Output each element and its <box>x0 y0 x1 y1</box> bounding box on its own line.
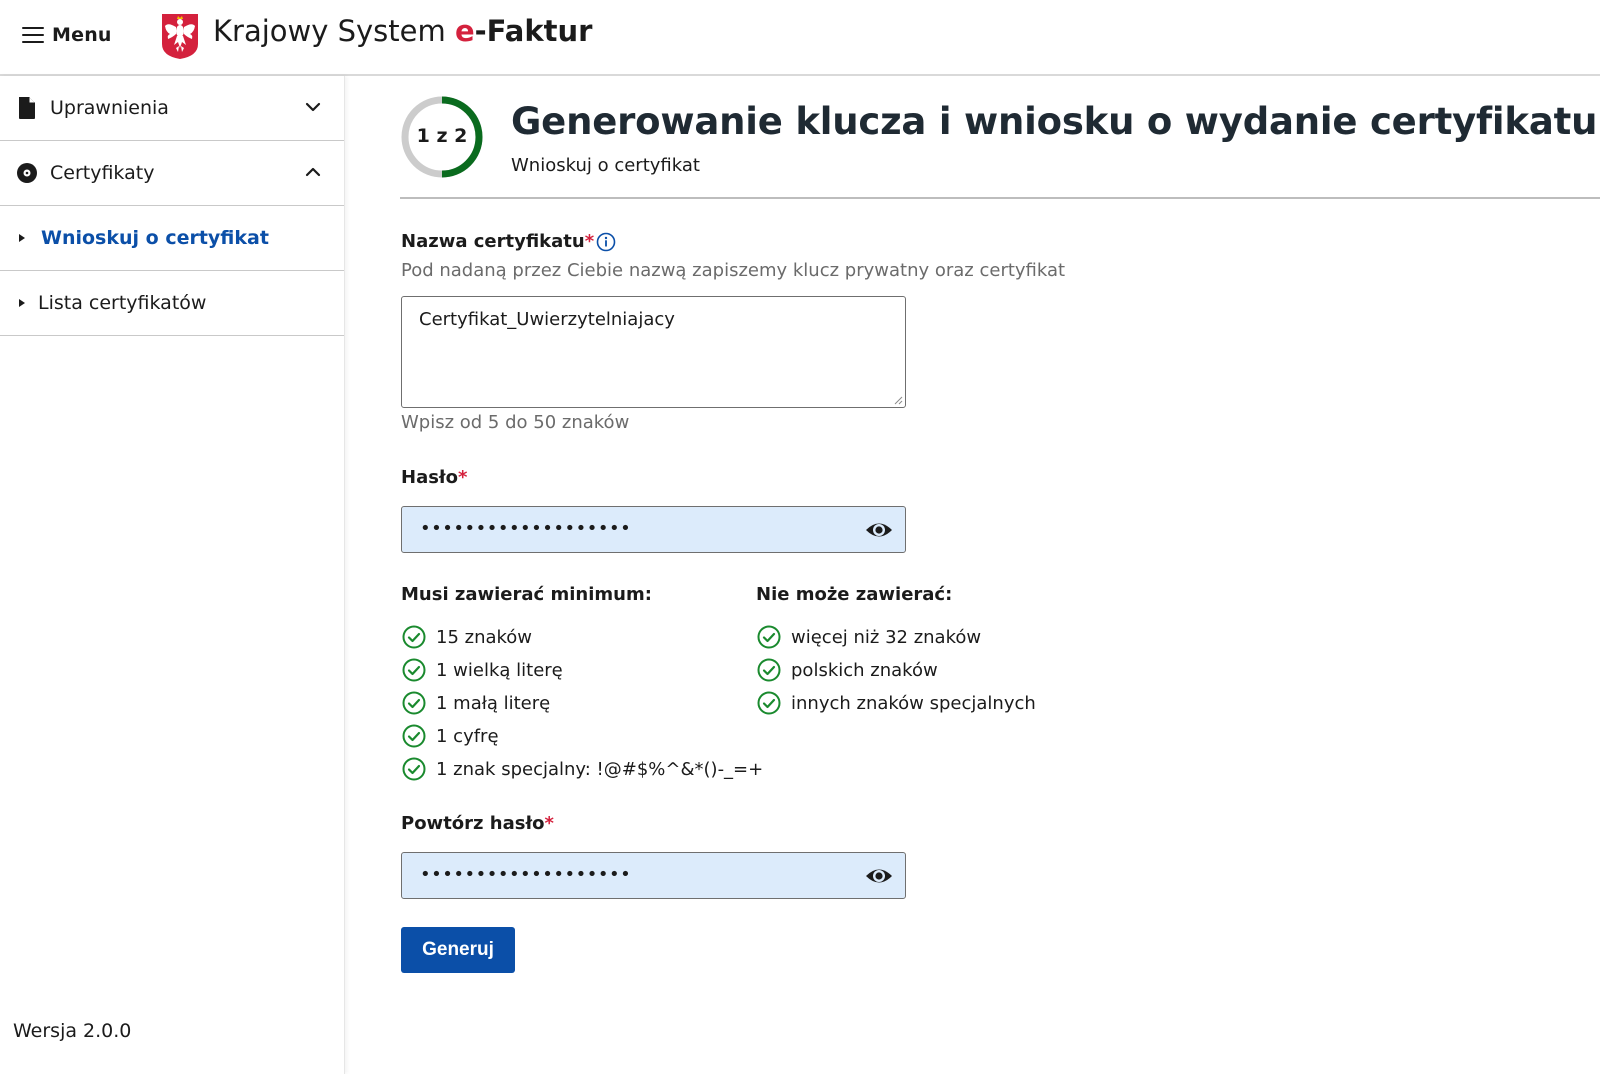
must-contain-heading: Musi zawierać minimum: <box>401 584 652 605</box>
rule-item: polskich znaków <box>757 657 938 683</box>
bullet-triangle-icon <box>19 299 25 307</box>
sidebar-item-label: Certyfikaty <box>50 162 155 184</box>
must-not-contain-heading: Nie może zawierać: <box>756 584 953 605</box>
cert-name-label: Nazwa certyfikatu* <box>401 231 595 252</box>
disc-icon <box>17 163 37 183</box>
password-repeat-input[interactable]: ••••••••••••••••••• <box>401 852 906 899</box>
check-circle-icon <box>402 757 426 781</box>
step-progress-label: 1 z 2 <box>416 125 468 147</box>
password-input[interactable]: ••••••••••••••••••• <box>401 506 906 553</box>
sidebar-subitem-label: Wnioskuj o certyfikat <box>41 227 269 249</box>
sidebar-item-uprawnienia[interactable]: Uprawnienia <box>0 76 344 141</box>
menu-label: Menu <box>52 24 112 46</box>
page-title: Generowanie klucza i wniosku o wydanie c… <box>511 100 1598 143</box>
hamburger-icon <box>22 27 44 43</box>
password-repeat-masked-value: ••••••••••••••••••• <box>420 864 632 885</box>
app-title: Krajowy System e-Faktur <box>213 14 593 48</box>
rule-item: innych znaków specjalnych <box>757 690 1036 716</box>
show-password-eye-icon[interactable] <box>865 519 893 541</box>
sidebar: Uprawnienia Certyfikaty Wnioskuj o certy… <box>0 76 345 1074</box>
top-header: Menu Krajowy System e-Faktur <box>0 0 1600 76</box>
sidebar-item-certyfikaty[interactable]: Certyfikaty <box>0 141 344 206</box>
sidebar-subitem-label: Lista certyfikatów <box>38 292 207 314</box>
sidebar-subitem-wnioskuj[interactable]: Wnioskuj o certyfikat <box>0 206 344 271</box>
cert-name-description: Pod nadaną przez Ciebie nazwą zapiszemy … <box>401 260 1066 281</box>
check-circle-icon <box>757 691 781 715</box>
rule-item: 1 cyfrę <box>402 723 499 749</box>
rule-item: 15 znaków <box>402 624 532 650</box>
polish-eagle-emblem-icon <box>162 14 198 59</box>
bullet-triangle-icon <box>19 234 25 242</box>
check-circle-icon <box>402 724 426 748</box>
sidebar-subitem-lista-certyfikatow[interactable]: Lista certyfikatów <box>0 271 344 336</box>
rule-item: 1 znak specjalny: !@#$%^&*()-_=+ <box>402 756 763 782</box>
password-masked-value: ••••••••••••••••••• <box>420 518 632 539</box>
cert-name-value: Certyfikat_Uwierzytelniajacy <box>419 309 675 330</box>
show-password-eye-icon[interactable] <box>865 865 893 887</box>
cert-name-length-hint: Wpisz od 5 do 50 znaków <box>401 412 630 433</box>
check-circle-icon <box>757 625 781 649</box>
cert-name-textarea[interactable]: Certyfikat_Uwierzytelniajacy <box>401 296 906 408</box>
version-label: Wersja 2.0.0 <box>13 1020 132 1042</box>
sidebar-item-label: Uprawnienia <box>50 97 169 119</box>
rule-item: więcej niż 32 znaków <box>757 624 981 650</box>
chevron-up-icon[interactable] <box>304 163 322 181</box>
check-circle-icon <box>402 658 426 682</box>
password-repeat-label: Powtórz hasło* <box>401 813 554 834</box>
resize-grip-icon[interactable] <box>894 396 903 405</box>
rule-item: 1 wielką literę <box>402 657 563 683</box>
info-icon[interactable] <box>596 232 616 252</box>
check-circle-icon <box>402 691 426 715</box>
document-icon <box>19 97 35 119</box>
chevron-down-icon[interactable] <box>304 98 322 116</box>
menu-button[interactable]: Menu <box>22 20 112 50</box>
page-subtitle: Wnioskuj o certyfikat <box>511 155 700 176</box>
title-divider <box>400 197 1600 199</box>
password-label: Hasło* <box>401 467 468 488</box>
rule-item: 1 małą literę <box>402 690 550 716</box>
check-circle-icon <box>402 625 426 649</box>
check-circle-icon <box>757 658 781 682</box>
generate-button[interactable]: Generuj <box>401 927 515 973</box>
